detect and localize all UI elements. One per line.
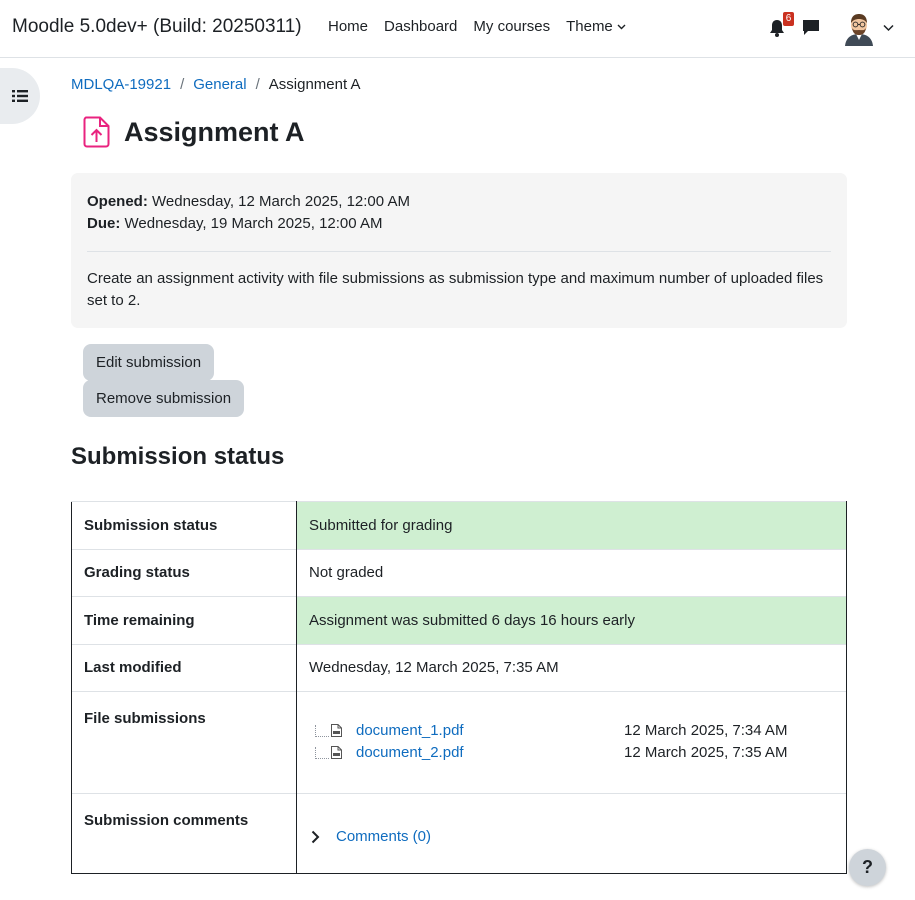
notification-count-badge: 6: [783, 12, 794, 26]
nav-home[interactable]: Home: [320, 18, 376, 35]
primary-navigation: Home Dashboard My courses Theme: [320, 18, 634, 35]
tree-connector: [315, 724, 329, 737]
course-index-toggle[interactable]: [0, 68, 40, 124]
file-date: 12 March 2025, 7:34 AM: [624, 722, 788, 739]
row-label: Time remaining: [71, 596, 297, 644]
breadcrumb-separator: /: [255, 76, 260, 93]
top-navbar: Moodle 5.0dev+ (Build: 20250311) Home Da…: [0, 0, 915, 58]
table-row: Time remaining Assignment was submitted …: [71, 596, 847, 644]
chevron-right-icon: [311, 830, 320, 843]
row-label: Submission comments: [71, 793, 297, 874]
file-item: document_2.pdf 12 March 2025, 7:35 AM: [315, 744, 787, 761]
table-row: Submission status Submitted for grading: [71, 501, 847, 549]
chat-icon[interactable]: [802, 19, 820, 37]
last-modified-value: Wednesday, 12 March 2025, 7:35 AM: [296, 643, 847, 692]
table-row: Last modified Wednesday, 12 March 2025, …: [71, 643, 847, 692]
user-menu-chevron-icon[interactable]: [883, 24, 894, 32]
due-value: Wednesday, 19 March 2025, 12:00 AM: [124, 215, 383, 232]
remove-submission-button[interactable]: Remove submission: [83, 380, 245, 417]
breadcrumb: MDLQA-19921 / General / Assignment A: [71, 76, 361, 93]
comments-toggle[interactable]: Comments (0): [309, 828, 834, 845]
submission-status-value: Submitted for grading: [296, 501, 847, 549]
divider: [87, 251, 831, 252]
breadcrumb-section[interactable]: General: [193, 76, 246, 93]
comments-link[interactable]: Comments (0): [336, 828, 431, 845]
help-button[interactable]: ?: [849, 849, 886, 886]
row-label: Last modified: [71, 643, 297, 692]
submission-status-heading: Submission status: [71, 443, 285, 470]
file-tree: document_1.pdf 12 March 2025, 7:34 AM do…: [309, 692, 834, 793]
table-row: Submission comments Comments (0): [71, 793, 847, 874]
activity-description: Create an assignment activity with file …: [87, 270, 824, 309]
file-link[interactable]: document_1.pdf: [356, 722, 624, 739]
time-remaining-value: Assignment was submitted 6 days 16 hours…: [296, 596, 847, 644]
user-avatar[interactable]: [841, 10, 877, 46]
table-row: Grading status Not graded: [71, 548, 847, 597]
submission-status-table: Submission status Submitted for grading …: [71, 501, 847, 874]
table-row: File submissions document_1.pdf 12 March…: [71, 691, 847, 794]
row-label: File submissions: [71, 691, 297, 794]
nav-my-courses[interactable]: My courses: [465, 18, 558, 35]
file-link[interactable]: document_2.pdf: [356, 744, 624, 761]
due-date: Due: Wednesday, 19 March 2025, 12:00 AM: [87, 213, 831, 235]
due-label: Due:: [87, 215, 121, 232]
file-item: document_1.pdf 12 March 2025, 7:34 AM: [315, 722, 787, 739]
file-submissions-value: document_1.pdf 12 March 2025, 7:34 AM do…: [296, 691, 847, 794]
breadcrumb-separator: /: [180, 76, 185, 93]
nav-theme-label: Theme: [566, 18, 613, 35]
page-header: Assignment A: [83, 116, 305, 148]
activity-information: Opened: Wednesday, 12 March 2025, 12:00 …: [71, 173, 847, 328]
index-drawer-icon: [12, 90, 28, 102]
breadcrumb-current: Assignment A: [268, 76, 361, 93]
grading-status-value: Not graded: [296, 548, 847, 597]
page-title: Assignment A: [124, 116, 305, 147]
edit-submission-button[interactable]: Edit submission: [83, 344, 215, 381]
opened-label: Opened:: [87, 193, 148, 210]
opened-date: Opened: Wednesday, 12 March 2025, 12:00 …: [87, 191, 831, 213]
row-label: Grading status: [71, 548, 297, 597]
submission-comments-value: Comments (0): [296, 793, 847, 874]
file-date: 12 March 2025, 7:35 AM: [624, 744, 788, 761]
tree-connector: [315, 746, 329, 759]
pdf-file-icon: [331, 746, 342, 759]
site-name[interactable]: Moodle 5.0dev+ (Build: 20250311): [12, 16, 302, 38]
nav-theme[interactable]: Theme: [558, 18, 634, 35]
help-icon: ?: [862, 857, 873, 877]
pdf-file-icon: [331, 724, 342, 737]
opened-value: Wednesday, 12 March 2025, 12:00 AM: [152, 193, 410, 210]
breadcrumb-course[interactable]: MDLQA-19921: [71, 76, 171, 93]
chevron-down-icon: [617, 24, 626, 29]
assignment-upload-icon: [83, 116, 110, 148]
nav-dashboard[interactable]: Dashboard: [376, 18, 465, 35]
row-label: Submission status: [71, 501, 297, 549]
